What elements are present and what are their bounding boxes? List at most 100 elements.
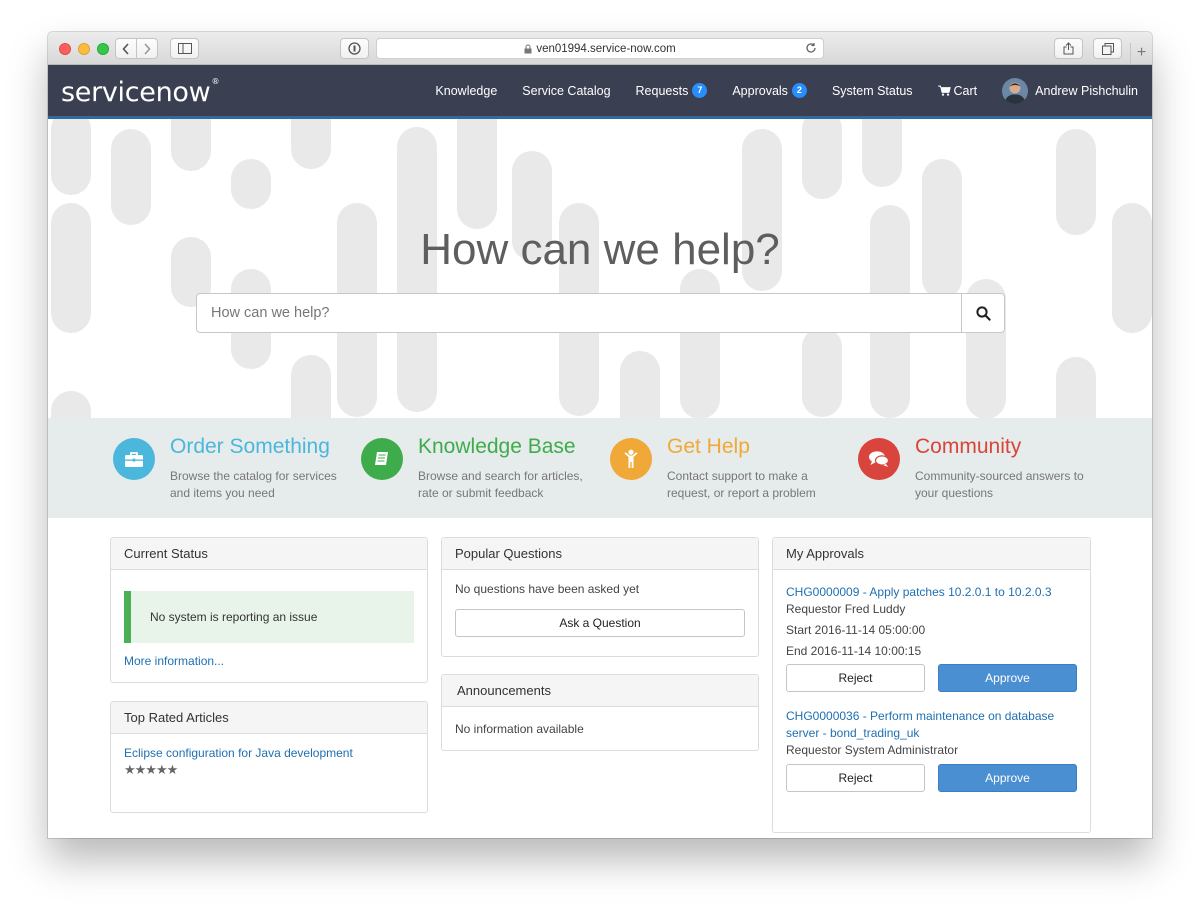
approve-button[interactable]: Approve	[938, 664, 1077, 692]
approval-link[interactable]: CHG0000009 - Apply patches 10.2.0.1 to 1…	[786, 584, 1077, 601]
close-window-button[interactable]	[59, 43, 71, 55]
logo-service: service	[61, 77, 156, 108]
search-button[interactable]	[961, 294, 1004, 332]
reject-button[interactable]: Reject	[786, 764, 925, 792]
password-manager-button[interactable]	[340, 38, 369, 59]
back-button[interactable]	[115, 38, 137, 59]
quick-link-knowledge-base[interactable]: Knowledge Base Browse and search for art…	[361, 435, 591, 505]
quick-link-title: Community	[915, 435, 1022, 458]
search-box	[196, 293, 1005, 333]
chevron-right-icon	[144, 42, 151, 55]
status-alert: No system is reporting an issue	[124, 591, 414, 643]
browser-titlebar: ven01994.service-now.com +	[48, 32, 1152, 65]
approval-requestor: Requestor Fred Luddy	[786, 602, 906, 616]
background-pill	[457, 119, 497, 229]
logo-registered-mark: ®	[211, 77, 220, 86]
background-pill	[802, 327, 842, 417]
approval-start: Start 2016-11-14 05:00:00	[786, 623, 926, 637]
quick-link-description: Community-sourced answers to your questi…	[915, 469, 1084, 500]
book-icon	[361, 438, 403, 480]
site-header: servicenow® Knowledge Service Catalog Re…	[48, 65, 1152, 119]
reject-button[interactable]: Reject	[786, 664, 925, 692]
background-pill	[291, 119, 331, 169]
briefcase-icon	[113, 438, 155, 480]
search-input[interactable]	[197, 294, 961, 332]
zoom-window-button[interactable]	[97, 43, 109, 55]
quick-link-description: Contact support to make a request, or re…	[667, 469, 816, 500]
top-rated-articles-panel: Top Rated Articles Eclipse configuration…	[110, 701, 428, 813]
person-icon	[610, 438, 652, 480]
nav-knowledge[interactable]: Knowledge	[435, 84, 497, 98]
address-bar[interactable]: ven01994.service-now.com	[376, 38, 824, 59]
nav-cart[interactable]: Cart	[937, 83, 978, 98]
background-pill	[802, 119, 842, 199]
empty-message: No questions have been asked yet	[455, 582, 640, 596]
approval-end: End 2016-11-14 10:00:15	[786, 644, 922, 658]
quick-link-title: Knowledge Base	[418, 435, 576, 458]
tabs-icon	[1101, 42, 1114, 55]
announcements-panel: Announcements No information available	[441, 674, 759, 751]
user-name: Andrew Pishchulin	[1035, 83, 1138, 98]
url-text: ven01994.service-now.com	[536, 42, 676, 55]
share-button[interactable]	[1054, 38, 1083, 59]
approvals-count-badge: 2	[791, 83, 807, 98]
background-pill	[1056, 357, 1096, 418]
background-pill	[620, 351, 660, 418]
nav-label: Requests	[635, 83, 689, 98]
my-approvals-panel: My Approvals CHG0000009 - Apply patches …	[772, 537, 1091, 833]
share-icon	[1063, 42, 1074, 55]
panel-title: Popular Questions	[442, 538, 758, 570]
minimize-window-button[interactable]	[78, 43, 90, 55]
nav-label: Cart	[953, 83, 978, 98]
approval-requestor: Requestor System Administrator	[786, 743, 959, 757]
article-link[interactable]: Eclipse configuration for Java developme…	[124, 746, 414, 760]
approve-button[interactable]: Approve	[938, 764, 1077, 792]
quick-link-title: Order Something	[170, 435, 330, 458]
chevron-left-icon	[122, 42, 129, 55]
quick-link-get-help[interactable]: Get Help Contact support to make a reque…	[610, 435, 840, 505]
servicenow-logo[interactable]: servicenow®	[61, 77, 219, 108]
quick-links-band: Order Something Browse the catalog for s…	[48, 418, 1152, 518]
user-menu[interactable]: Andrew Pishchulin	[1002, 77, 1138, 104]
star-rating: ★★★★★	[124, 762, 178, 777]
ask-question-button[interactable]: Ask a Question	[455, 609, 745, 637]
panel-title: Current Status	[111, 538, 427, 570]
panel-title: Announcements	[442, 675, 758, 707]
quick-link-description: Browse the catalog for services and item…	[170, 469, 337, 500]
logo-now: now	[155, 77, 211, 108]
panel-title: My Approvals	[773, 538, 1090, 570]
forward-button[interactable]	[136, 38, 158, 59]
sidebar-toggle-button[interactable]	[170, 38, 199, 59]
quick-link-order-something[interactable]: Order Something Browse the catalog for s…	[113, 435, 343, 505]
sidebar-icon	[177, 43, 192, 54]
quick-link-title: Get Help	[667, 435, 750, 458]
background-pill	[51, 391, 91, 418]
new-tab-button[interactable]: +	[1130, 43, 1152, 65]
browser-window: ven01994.service-now.com + servicenow® K…	[48, 32, 1152, 838]
approval-item: CHG0000009 - Apply patches 10.2.0.1 to 1…	[786, 584, 1077, 692]
background-pill	[862, 119, 902, 187]
background-pill	[231, 159, 271, 209]
reload-icon[interactable]	[805, 42, 817, 54]
requests-count-badge: 7	[692, 83, 708, 98]
nav-service-catalog[interactable]: Service Catalog	[522, 84, 610, 98]
nav-approvals[interactable]: Approvals 2	[732, 83, 807, 98]
background-pill	[1056, 129, 1096, 235]
quick-link-community[interactable]: Community Community-sourced answers to y…	[858, 435, 1088, 505]
more-information-link[interactable]: More information...	[124, 654, 414, 668]
tabs-overview-button[interactable]	[1093, 38, 1122, 59]
panel-title: Top Rated Articles	[111, 702, 427, 734]
nav-label: Knowledge	[435, 83, 498, 98]
empty-message: No information available	[455, 722, 584, 736]
hero-title: How can we help?	[420, 225, 780, 274]
background-pill	[51, 119, 91, 195]
approval-item: CHG0000036 - Perform maintenance on data…	[786, 708, 1077, 792]
quick-link-description: Browse and search for articles, rate or …	[418, 469, 583, 500]
background-pill	[111, 129, 151, 225]
lock-icon	[524, 44, 532, 53]
hero-section: How can we help?	[48, 119, 1152, 418]
nav-label: Approvals	[732, 83, 788, 98]
approval-link[interactable]: CHG0000036 - Perform maintenance on data…	[786, 708, 1077, 742]
nav-system-status[interactable]: System Status	[832, 84, 913, 98]
nav-requests[interactable]: Requests 7	[636, 83, 708, 98]
